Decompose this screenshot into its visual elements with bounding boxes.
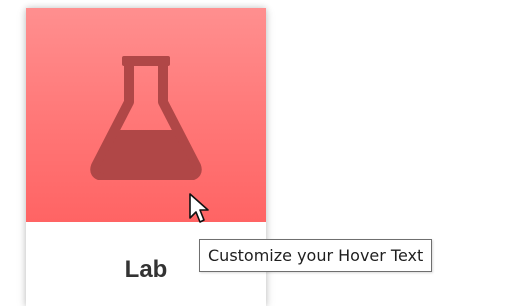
tile-image[interactable]	[26, 8, 266, 222]
mouse-pointer-icon	[189, 193, 209, 223]
stage: Lab Customize your Hover Text	[0, 0, 515, 306]
hover-tooltip: Customize your Hover Text	[199, 239, 433, 272]
flask-icon	[90, 56, 202, 180]
